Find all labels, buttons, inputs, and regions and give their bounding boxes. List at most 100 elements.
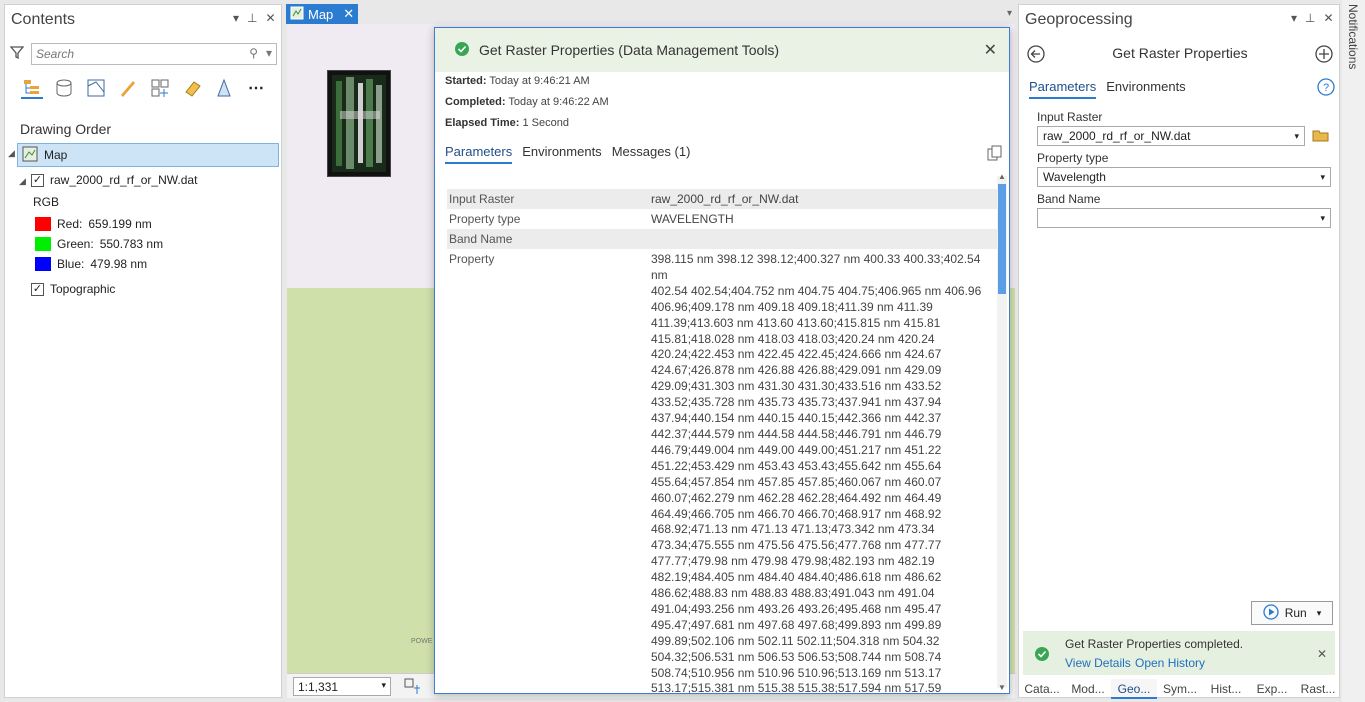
browse-folder-icon[interactable] (1312, 127, 1330, 146)
open-history-link[interactable]: Open History (1135, 656, 1205, 670)
svg-text:?: ? (1323, 82, 1329, 94)
run-icon (1263, 603, 1279, 623)
property-line: 473.34;475.555 nm 475.56 475.56;477.768 … (651, 538, 942, 553)
list-by-snapping-icon[interactable] (149, 77, 171, 99)
collapse-layer-icon[interactable]: ◢ (19, 176, 26, 187)
property-line: 460.07;462.279 nm 462.28 462.28;464.492 … (651, 490, 942, 505)
map-tab-bar: Map ✕ ▾ (286, 4, 1016, 24)
list-by-selection-icon[interactable] (85, 77, 107, 99)
property-type-dropdown-icon[interactable]: ▾ (1320, 172, 1325, 183)
tab-map[interactable]: Map ✕ (286, 4, 358, 24)
layer-name: raw_2000_rd_rf_or_NW.dat (50, 173, 198, 187)
input-raster-dropdown-icon[interactable]: ▾ (1294, 131, 1299, 142)
run-dropdown-icon[interactable]: ▾ (1317, 608, 1322, 619)
map-attribution: POWE (411, 638, 433, 645)
tab-environments[interactable]: Environments (522, 144, 601, 164)
elapsed-label: Elapsed Time: (445, 117, 520, 129)
gp-tab-environments[interactable]: Environments (1106, 79, 1185, 99)
property-line: 433.52;435.728 nm 435.73 435.73;437.941 … (651, 395, 942, 410)
basemap-visibility-checkbox[interactable]: ✓ (31, 282, 44, 296)
add-icon[interactable] (1315, 45, 1333, 66)
help-icon[interactable]: ? (1317, 78, 1335, 99)
gp-tab-parameters[interactable]: Parameters (1029, 79, 1097, 99)
red-swatch[interactable] (35, 217, 51, 231)
basemap-name: Topographic (50, 282, 116, 296)
tab-list-dropdown-icon[interactable]: ▾ (1007, 8, 1012, 19)
map-tab-close-icon[interactable]: ✕ (343, 6, 354, 22)
property-line: 398.115 nm 398.12 398.12;400.327 nm 400.… (651, 252, 981, 282)
pin-icon[interactable]: ⊥ (1305, 11, 1315, 25)
band-red: Red: 659.199 nm (35, 217, 152, 231)
layer-tree-item[interactable]: ✓ raw_2000_rd_rf_or_NW.dat (31, 173, 197, 187)
dropdown-icon[interactable]: ▾ (233, 11, 239, 25)
contents-pane: Contents ▾ ⊥ ✕ Search ⚲ ▾ ⋯ Drawing Orde… (4, 4, 282, 698)
property-line: 429.09;431.303 nm 431.30 431.30;433.516 … (651, 379, 942, 394)
list-by-labeling-icon[interactable] (181, 77, 203, 99)
tab-messages[interactable]: Messages (1) (612, 144, 691, 164)
run-label: Run (1284, 606, 1307, 620)
view-details-link[interactable]: View Details (1065, 656, 1131, 670)
row-value (649, 229, 997, 249)
navigation-tools-icon[interactable] (404, 678, 420, 697)
scale-select[interactable]: 1:1,331 ▾ (293, 677, 391, 696)
search-icon[interactable]: ⚲ (249, 46, 258, 60)
property-type-value: Wavelength (1043, 170, 1106, 184)
copy-icon[interactable] (987, 145, 1003, 164)
input-raster-field[interactable]: raw_2000_rd_rf_or_NW.dat ▾ (1037, 126, 1305, 146)
tab-catalog[interactable]: Cata... (1019, 679, 1065, 699)
search-placeholder: Search (36, 47, 75, 61)
tool-results-popup: Get Raster Properties (Data Management T… (434, 27, 1010, 695)
map-tree-item[interactable]: Map (17, 143, 279, 167)
scroll-thumb[interactable] (998, 184, 1006, 294)
dropdown-icon[interactable]: ▾ (1291, 11, 1297, 25)
status-close-icon[interactable]: ✕ (1317, 647, 1327, 661)
tab-raster[interactable]: Rast... (1295, 679, 1341, 699)
tab-export[interactable]: Exp... (1249, 679, 1295, 699)
notifications-strip[interactable]: Notifications (1342, 0, 1365, 702)
property-line: 464.49;466.705 nm 466.70 466.70;468.917 … (651, 506, 942, 521)
property-line: 468.92;471.13 nm 471.13 471.13;473.342 n… (651, 522, 935, 537)
scale-dropdown-icon[interactable]: ▾ (381, 680, 386, 693)
band-blue-value: 479.98 nm (90, 257, 148, 271)
tab-symbology[interactable]: Sym... (1157, 679, 1203, 699)
run-button[interactable]: Run ▾ (1251, 601, 1333, 625)
basemap-tree-item[interactable]: ✓ Topographic (31, 282, 115, 296)
green-swatch[interactable] (35, 237, 51, 251)
started-info: Started: Today at 9:46:21 AM (445, 75, 590, 87)
more-options-icon[interactable]: ⋯ (245, 77, 267, 99)
band-name-select[interactable]: ▾ (1037, 208, 1331, 228)
parameters-table: Input Raster raw_2000_rd_rf_or_NW.dat Pr… (447, 189, 997, 700)
search-input[interactable]: Search ⚲ ▾ (31, 43, 277, 65)
popup-close-icon[interactable]: ✕ (984, 40, 997, 60)
property-line: 504.32;506.531 nm 506.53 506.53;508.744 … (651, 649, 942, 664)
blue-swatch[interactable] (35, 257, 51, 271)
list-by-perspective-imagery-icon[interactable] (213, 77, 235, 99)
scroll-up-icon[interactable]: ▲ (998, 172, 1006, 181)
property-line: 442.37;444.579 nm 444.58 444.58;446.791 … (651, 426, 942, 441)
tab-parameters[interactable]: Parameters (445, 144, 513, 164)
close-icon[interactable]: ✕ (1323, 11, 1333, 25)
list-by-editing-icon[interactable] (117, 77, 139, 99)
band-name-dropdown-icon[interactable]: ▾ (1320, 213, 1325, 224)
notifications-label[interactable]: Notifications (1346, 4, 1360, 69)
scroll-down-icon[interactable]: ▼ (998, 683, 1006, 692)
tab-history[interactable]: Hist... (1203, 679, 1249, 699)
property-line: 406.96;409.178 nm 409.18 409.18;411.39 n… (651, 299, 933, 314)
tab-geoprocessing[interactable]: Geo... (1111, 679, 1157, 699)
collapse-map-icon[interactable]: ◢ (8, 148, 15, 159)
row-key: Property type (449, 212, 521, 226)
input-raster-value: raw_2000_rd_rf_or_NW.dat (1043, 129, 1191, 143)
close-icon[interactable]: ✕ (265, 11, 275, 25)
band-red-label: Red: (57, 217, 83, 231)
raster-image (327, 70, 391, 177)
filter-icon[interactable] (9, 45, 25, 62)
search-dropdown-icon[interactable]: ▾ (266, 46, 272, 60)
layer-visibility-checkbox[interactable]: ✓ (31, 173, 44, 187)
popup-scrollbar[interactable]: ▲ ▼ (997, 172, 1007, 692)
pin-icon[interactable]: ⊥ (247, 11, 257, 25)
tab-modify[interactable]: Mod... (1065, 679, 1111, 699)
completed-info: Completed: Today at 9:46:22 AM (445, 96, 609, 108)
list-by-source-icon[interactable] (53, 77, 75, 99)
property-type-select[interactable]: Wavelength ▾ (1037, 167, 1331, 187)
list-by-drawing-order-icon[interactable] (21, 77, 43, 99)
